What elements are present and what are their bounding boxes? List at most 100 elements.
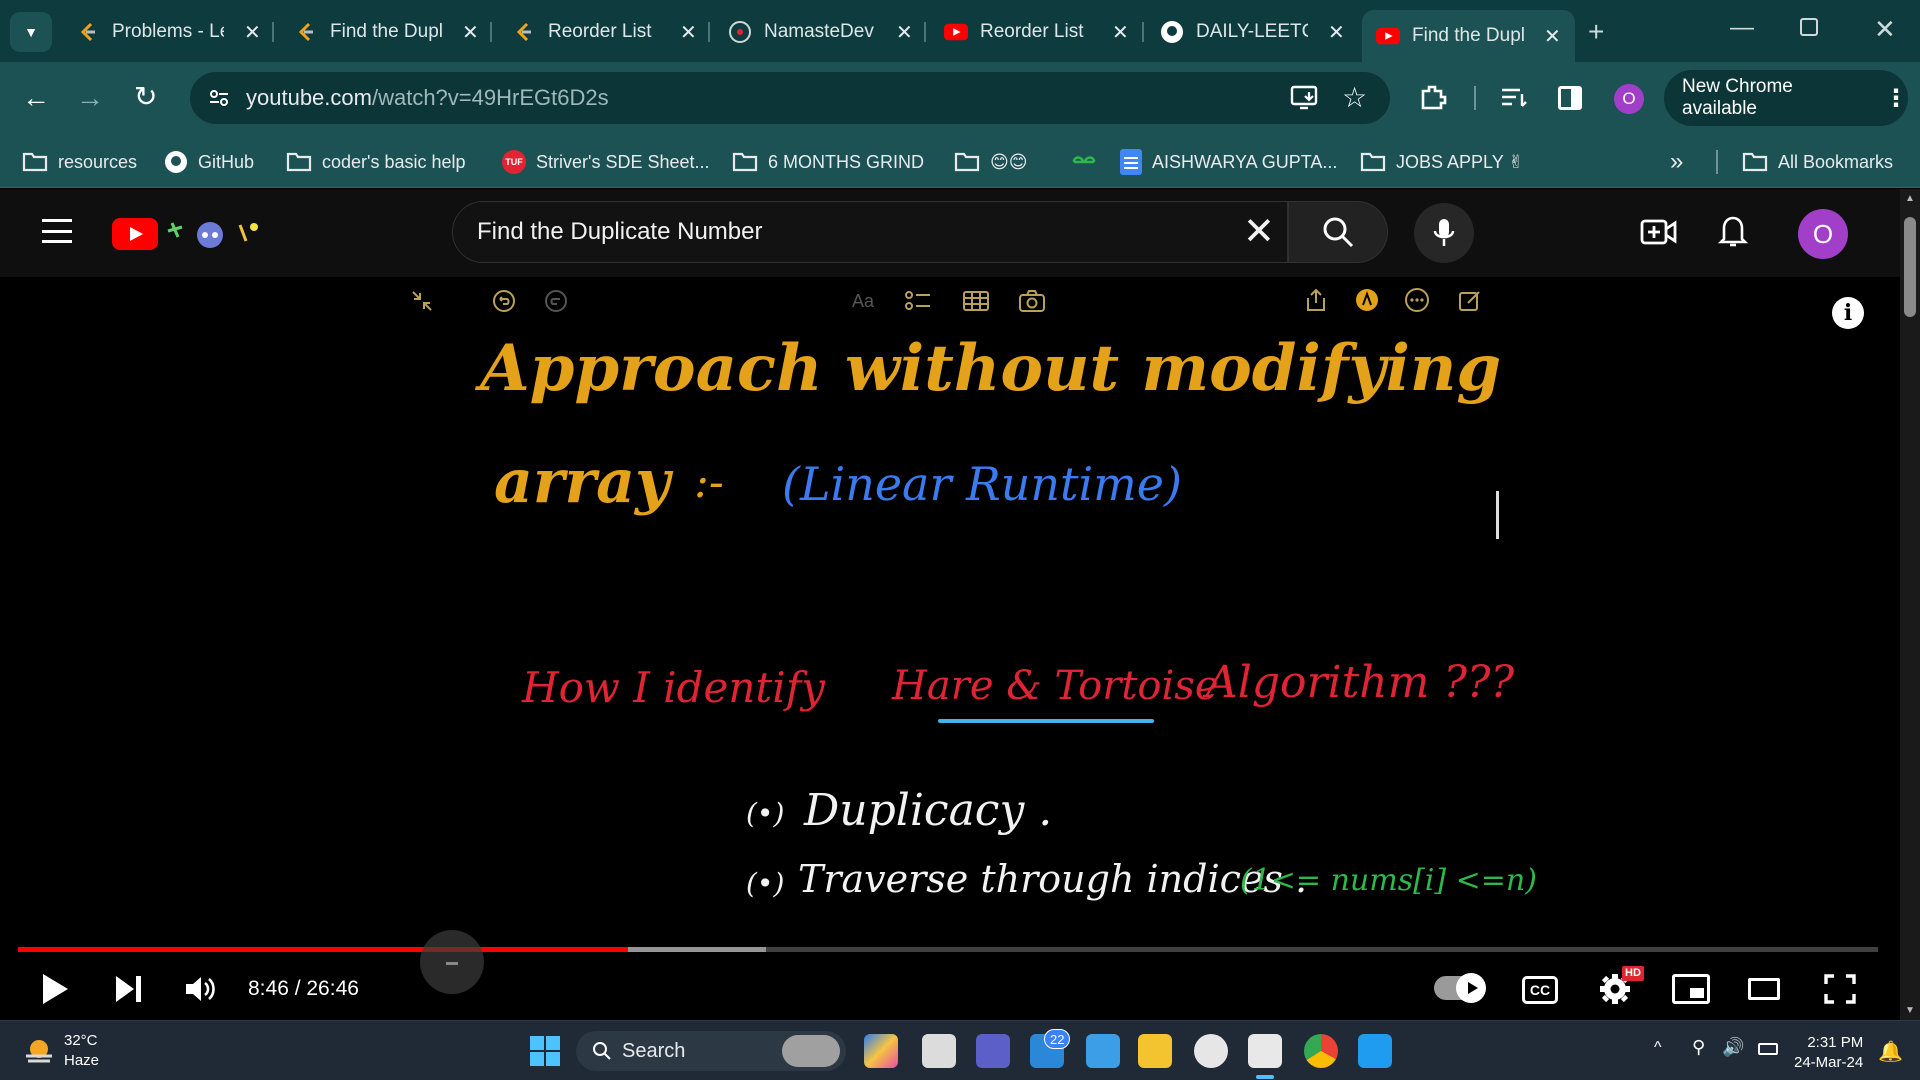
- play-icon[interactable]: [40, 972, 70, 1006]
- file-explorer-icon[interactable]: [1138, 1034, 1172, 1068]
- show-hidden-icons-icon[interactable]: ^: [1654, 1039, 1662, 1057]
- note-question-hare-tortoise: Hare & Tortoise: [892, 663, 1219, 709]
- weather-sun-icon[interactable]: [22, 1034, 56, 1068]
- video-info-button[interactable]: i: [1832, 297, 1864, 329]
- page-scrollbar[interactable]: ▲ ▼: [1900, 189, 1920, 1020]
- reload-icon[interactable]: ↻: [134, 80, 157, 113]
- folder-icon: [1360, 151, 1386, 173]
- tab-6-active[interactable]: Find the Duplicate ✕: [1362, 10, 1575, 62]
- bookmark-star-icon[interactable]: ☆: [1342, 81, 1367, 114]
- extensions-icon[interactable]: [1418, 82, 1448, 117]
- autoplay-toggle[interactable]: [1434, 973, 1486, 1003]
- restore-button[interactable]: [1800, 18, 1818, 36]
- copilot-icon[interactable]: [864, 1034, 898, 1068]
- system-clock[interactable]: 2:31 PM 24-Mar-24: [1794, 1033, 1863, 1073]
- doodle-icon: [167, 222, 258, 248]
- note-question-how: How I identify: [522, 663, 825, 712]
- clock-app-icon[interactable]: [1194, 1034, 1228, 1068]
- forward-arrow-icon[interactable]: →: [76, 82, 104, 114]
- vscode-icon[interactable]: [1358, 1034, 1392, 1068]
- close-icon[interactable]: ✕: [896, 20, 913, 45]
- bookmark-coders-basic-help[interactable]: coder's basic help: [286, 147, 466, 177]
- close-icon[interactable]: ✕: [1328, 20, 1345, 45]
- account-avatar[interactable]: O: [1798, 209, 1848, 259]
- notification-bell-icon[interactable]: 🔔: [1878, 1039, 1903, 1064]
- more-vert-icon[interactable]: ⋮: [1884, 84, 1908, 113]
- collapse-icon: [412, 291, 432, 311]
- bookmark-aishwarya-gupta[interactable]: AISHWARYA GUPTA...: [1120, 147, 1337, 177]
- captions-button[interactable]: CC: [1522, 976, 1558, 1004]
- fullscreen-icon[interactable]: [1824, 974, 1856, 1009]
- close-icon[interactable]: ✕: [1112, 20, 1129, 45]
- create-video-icon[interactable]: [1640, 217, 1678, 252]
- played-bar: [18, 947, 629, 952]
- taskbar-search[interactable]: Search: [576, 1031, 846, 1071]
- tab-5[interactable]: DAILY-LEETCODE ✕: [1160, 12, 1345, 52]
- clear-search-icon[interactable]: ✕: [1243, 212, 1275, 252]
- install-app-icon[interactable]: [1290, 84, 1320, 117]
- scroll-down-icon[interactable]: ▼: [1905, 1005, 1915, 1016]
- close-icon[interactable]: ✕: [244, 20, 261, 45]
- note-bullet2-dot: (•): [746, 867, 785, 900]
- hamburger-menu-icon[interactable]: [42, 219, 72, 243]
- site-info-icon[interactable]: [208, 87, 230, 109]
- docs-icon: [1120, 149, 1142, 175]
- autoplay-play-icon: [1468, 982, 1478, 994]
- bookmark-6-months-grind[interactable]: 6 MONTHS GRIND: [732, 147, 924, 177]
- bookmark-emoji-folder[interactable]: 😊😊: [954, 147, 1028, 177]
- miniplayer-icon[interactable]: [1672, 974, 1710, 1004]
- tab-3[interactable]: NamasteDev ✕: [728, 12, 913, 52]
- leetcode-icon: [294, 20, 318, 44]
- scrollbar-thumb[interactable]: [1904, 217, 1916, 317]
- notepad-icon[interactable]: [1086, 1034, 1120, 1068]
- reading-list-icon[interactable]: [1500, 86, 1528, 115]
- progress-bar[interactable]: [18, 947, 1878, 952]
- side-panel-icon[interactable]: [1558, 86, 1582, 110]
- snipping-tool-icon[interactable]: [1248, 1034, 1282, 1068]
- tab-search-button[interactable]: ▼: [10, 12, 52, 52]
- close-icon[interactable]: ✕: [680, 20, 697, 45]
- windows-taskbar: 32°C Haze Search 22 ^ ⚲ 🔊 2:31 PM 24-Mar…: [0, 1020, 1920, 1080]
- scroll-up-icon[interactable]: ▲: [1905, 193, 1915, 204]
- close-icon[interactable]: ✕: [1544, 24, 1561, 49]
- search-input[interactable]: Find the Duplicate Number ✕: [452, 201, 1288, 263]
- note-linear-runtime: (Linear Runtime): [782, 457, 1182, 511]
- tab-2[interactable]: Reorder List ✕: [512, 12, 697, 52]
- close-icon[interactable]: ✕: [462, 20, 479, 45]
- bookmark-gfg[interactable]: [1070, 147, 1108, 177]
- speaker-icon[interactable]: 🔊: [1722, 1037, 1744, 1058]
- more-bookmarks-button[interactable]: »: [1670, 147, 1683, 177]
- video-player[interactable]: Aa i Approach without modifying array :-…: [0, 277, 1900, 1020]
- windows-start-icon[interactable]: [530, 1036, 560, 1066]
- task-view-icon[interactable]: [922, 1034, 956, 1068]
- youtube-logo[interactable]: [112, 217, 262, 251]
- all-bookmarks-button[interactable]: All Bookmarks: [1742, 147, 1893, 177]
- search-button[interactable]: [1288, 201, 1388, 263]
- voice-search-button[interactable]: [1414, 203, 1474, 263]
- notifications-bell-icon[interactable]: [1717, 213, 1749, 254]
- tab-1[interactable]: Find the Duplicate ✕: [294, 12, 479, 52]
- theater-mode-icon[interactable]: [1748, 978, 1780, 1000]
- bookmark-resources[interactable]: resources: [22, 147, 137, 177]
- volume-icon[interactable]: [184, 974, 218, 1004]
- address-bar[interactable]: youtube.com/watch?v=49HrEGt6D2s ☆: [190, 72, 1390, 124]
- next-icon[interactable]: [114, 974, 144, 1004]
- bookmark-jobs-apply[interactable]: JOBS APPLY ✌: [1360, 147, 1523, 177]
- new-chrome-available-button[interactable]: New Chrome available ⋮: [1664, 70, 1908, 126]
- teams-icon[interactable]: [976, 1034, 1010, 1068]
- profile-avatar[interactable]: O: [1614, 84, 1644, 114]
- weather-widget[interactable]: 32°C Haze: [64, 1031, 99, 1071]
- minimize-button[interactable]: —: [1730, 14, 1754, 42]
- back-arrow-icon[interactable]: ←: [22, 82, 50, 114]
- chrome-icon[interactable]: [1304, 1034, 1338, 1068]
- battery-icon[interactable]: [1758, 1043, 1778, 1055]
- bookmark-github[interactable]: GitHub: [164, 147, 254, 177]
- new-tab-button[interactable]: +: [1588, 16, 1604, 48]
- tab-0[interactable]: Problems - LeetCode ✕: [76, 12, 261, 52]
- bookmark-strivers-sde-sheet[interactable]: TUF Striver's SDE Sheet...: [502, 147, 710, 177]
- bookmark-label: resources: [58, 151, 138, 172]
- wifi-icon[interactable]: ⚲: [1692, 1037, 1705, 1058]
- tab-4[interactable]: Reorder List ✕: [944, 12, 1129, 52]
- url-text[interactable]: youtube.com/watch?v=49HrEGt6D2s: [246, 85, 609, 111]
- close-window-button[interactable]: ✕: [1874, 14, 1896, 45]
